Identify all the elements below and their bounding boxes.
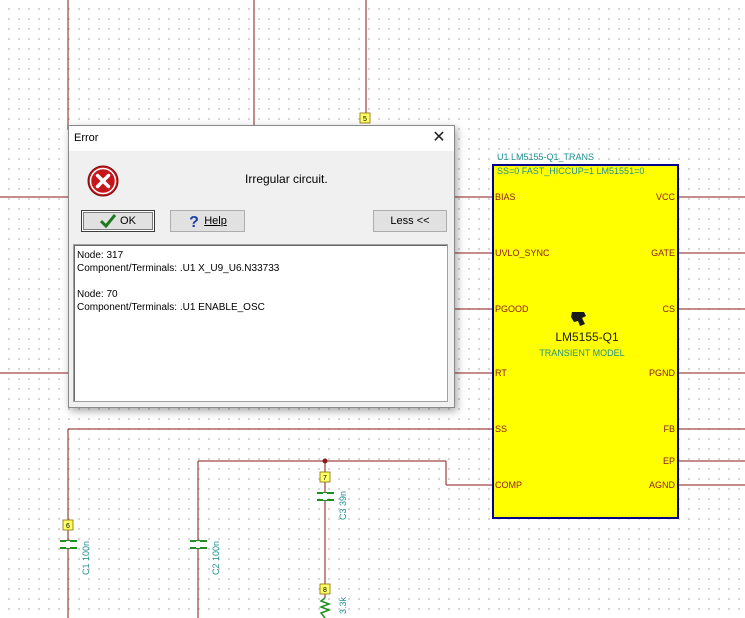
less-label: Less << <box>390 215 430 227</box>
detail-line: Component/Terminals: .U1 X_U9_U6.N33733 <box>77 263 280 274</box>
capacitor-c2[interactable]: C2 100n <box>190 540 221 575</box>
pin-fb: FB <box>663 424 675 434</box>
detail-line: Node: 317 <box>77 250 124 261</box>
node-tag: 5 <box>359 112 371 124</box>
detail-line: Node: 70 <box>77 289 118 300</box>
capacitor-c1[interactable]: C1 100n <box>60 540 91 575</box>
chip-name: LM5155-Q1 <box>555 330 619 344</box>
node-tag: 6 <box>62 519 74 531</box>
c2-label: C2 100n <box>211 541 221 575</box>
less-button[interactable]: Less << <box>373 210 447 232</box>
dialog-title: Error <box>74 132 99 144</box>
component-params-label: SS=0 FAST_HICCUP=1 LM51551=0 <box>497 166 644 176</box>
pin-comp: COMP <box>495 480 522 490</box>
checkmark-icon <box>100 214 117 228</box>
node-tag: 7 <box>319 471 331 483</box>
pin-bias: BIAS <box>495 192 516 202</box>
pin-vcc: VCC <box>656 192 676 202</box>
junction-dot <box>322 458 328 464</box>
close-icon[interactable]: ✕ <box>426 127 452 149</box>
help-label: Help <box>204 215 227 227</box>
resistor-label: 3.3k <box>338 596 348 614</box>
ok-label: OK <box>120 215 136 227</box>
pin-agnd: AGND <box>649 480 676 490</box>
dialog-titlebar[interactable]: Error ✕ <box>69 126 454 151</box>
error-message: Irregular circuit. <box>245 172 328 186</box>
error-dialog: Error ✕ Irregular circuit. OK ? Help Les… <box>68 125 455 408</box>
pin-cs: CS <box>662 304 675 314</box>
c3-label: C3 39n <box>338 491 348 520</box>
question-mark-icon: ? <box>188 213 200 229</box>
help-button[interactable]: ? Help <box>170 210 245 232</box>
svg-text:8: 8 <box>323 587 327 594</box>
component-ref-label: U1 LM5155-Q1_TRANS <box>497 152 594 162</box>
detail-line: Component/Terminals: .U1 ENABLE_OSC <box>77 302 265 313</box>
ok-button[interactable]: OK <box>81 210 155 232</box>
chip-subtitle: TRANSIENT MODEL <box>539 348 624 358</box>
capacitor-c3[interactable]: C3 39n <box>317 491 348 520</box>
pin-rt: RT <box>495 368 507 378</box>
svg-text:5: 5 <box>363 116 367 123</box>
pin-pgnd: PGND <box>649 368 676 378</box>
error-x-icon <box>87 165 119 197</box>
svg-text:6: 6 <box>66 523 70 530</box>
pin-uvlo-sync: UVLO_SYNC <box>495 248 550 258</box>
node-tag: 8 <box>319 583 331 595</box>
detail-spacer <box>77 275 444 288</box>
c1-label: C1 100n <box>81 541 91 575</box>
svg-text:?: ? <box>189 214 199 229</box>
pin-pgood: PGOOD <box>495 304 529 314</box>
lm5155-chip[interactable]: U1 LM5155-Q1_TRANS SS=0 FAST_HICCUP=1 LM… <box>492 152 679 519</box>
pin-ss: SS <box>495 424 507 434</box>
resistor[interactable]: 3.3k <box>318 596 348 618</box>
error-details-box[interactable]: Node: 317 Component/Terminals: .U1 X_U9_… <box>73 244 448 402</box>
pin-ep: EP <box>663 456 675 466</box>
pin-gate: GATE <box>651 248 675 258</box>
svg-text:7: 7 <box>323 475 327 482</box>
